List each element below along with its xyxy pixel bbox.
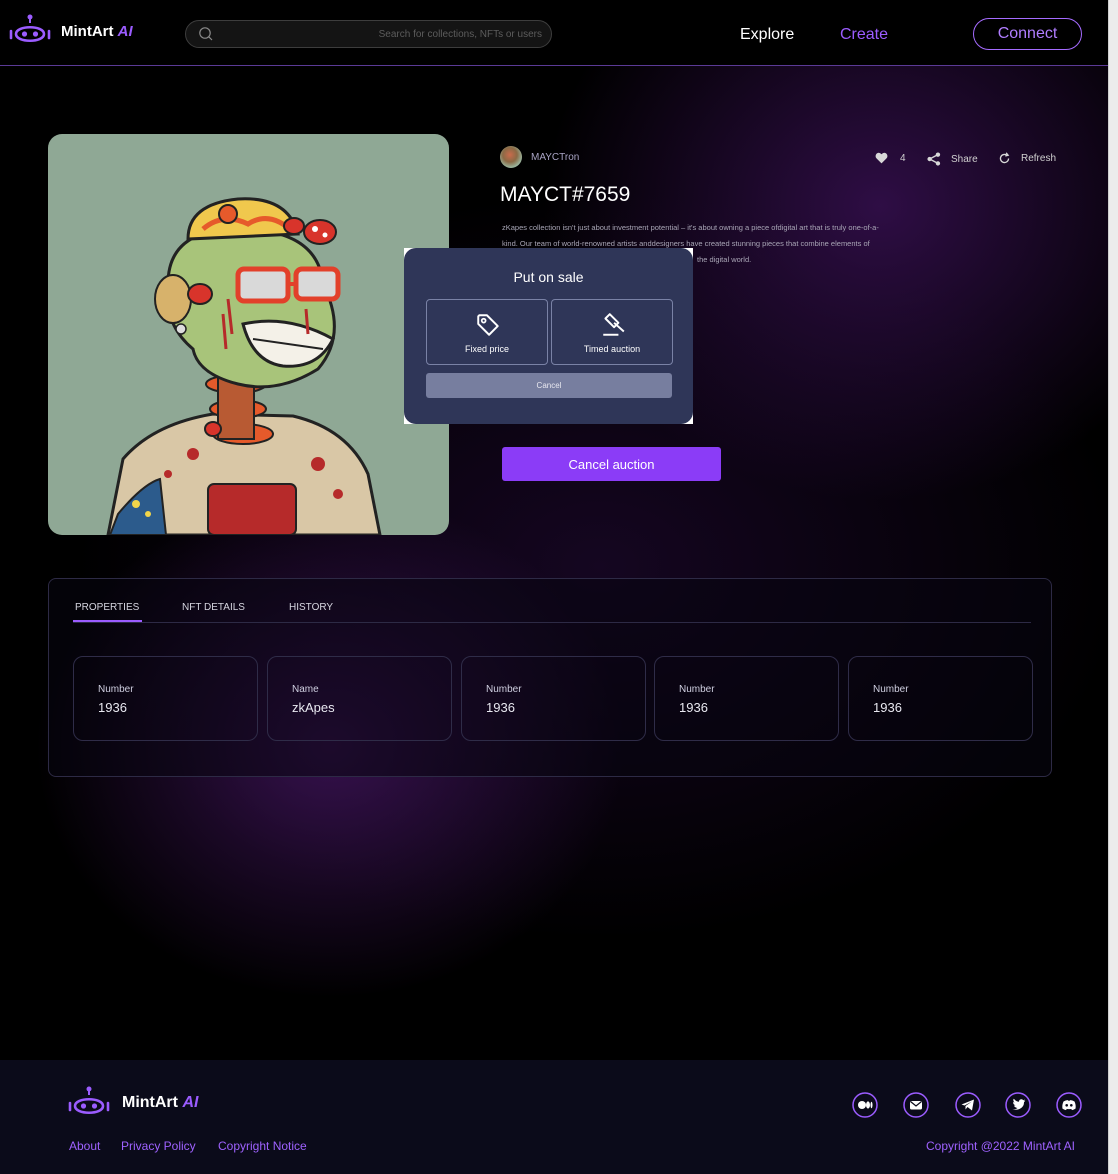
discord-icon[interactable] xyxy=(1056,1092,1082,1118)
nft-artwork xyxy=(48,134,449,535)
scrollbar-track[interactable] xyxy=(1108,0,1118,1174)
property-value: 1936 xyxy=(873,700,902,715)
search-input[interactable] xyxy=(222,24,542,44)
fixed-price-option[interactable]: Fixed price xyxy=(426,299,548,365)
property-key: Number xyxy=(486,684,522,695)
property-value: 1936 xyxy=(486,700,515,715)
property-value: zkApes xyxy=(292,700,335,715)
creator-info[interactable]: MAYCTron xyxy=(500,146,579,168)
put-on-sale-modal: Put on sale Fixed price Timed auction Ca… xyxy=(404,248,693,424)
footer-link-copyright[interactable]: Copyright Notice xyxy=(218,1139,307,1153)
nft-title: MAYCT#7659 xyxy=(500,183,631,206)
heart-icon xyxy=(875,152,888,164)
modal-cancel-button[interactable]: Cancel xyxy=(426,373,672,398)
cancel-auction-button[interactable]: Cancel auction xyxy=(502,447,721,481)
logo-text: MintArt AI xyxy=(61,22,133,40)
active-tab-indicator xyxy=(73,620,142,622)
creator-name: MAYCTron xyxy=(531,151,580,163)
property-value: 1936 xyxy=(98,700,127,715)
refresh-icon xyxy=(999,152,1010,164)
gavel-icon xyxy=(603,313,625,336)
creator-avatar xyxy=(500,146,522,168)
tab-history[interactable]: HISTORY xyxy=(289,602,333,613)
like-count: 4 xyxy=(900,152,906,164)
refresh-label: Refresh xyxy=(1021,153,1057,164)
footer: MintArt AI About Privacy Policy Copyrigh… xyxy=(0,1060,1108,1174)
option-label: Fixed price xyxy=(464,344,509,354)
refresh-action[interactable]: Refresh xyxy=(998,152,1056,165)
property-key: Number xyxy=(98,684,134,695)
property-card: Number 1936 xyxy=(848,656,1033,741)
footer-link-privacy[interactable]: Privacy Policy xyxy=(121,1139,196,1153)
timed-auction-option[interactable]: Timed auction xyxy=(551,299,673,365)
robot-logo-icon xyxy=(68,1086,110,1115)
share-label: Share xyxy=(951,153,978,165)
logo[interactable]: MintArt AI xyxy=(9,14,133,48)
connect-wallet-button[interactable]: Connect xyxy=(973,18,1082,50)
medium-icon[interactable] xyxy=(852,1092,878,1118)
share-icon xyxy=(927,152,941,166)
property-card: Number 1936 xyxy=(461,656,646,741)
property-key: Name xyxy=(292,684,319,695)
telegram-icon[interactable] xyxy=(955,1092,981,1118)
search-icon xyxy=(199,27,213,41)
footer-logo[interactable]: MintArt AI xyxy=(68,1086,198,1120)
nft-tabs-panel: PROPERTIES NFT DETAILS HISTORY Number 19… xyxy=(48,578,1052,777)
like-action[interactable]: 4 xyxy=(875,152,906,164)
footer-logo-text: MintArt AI xyxy=(122,1094,199,1111)
email-icon[interactable] xyxy=(903,1092,929,1118)
robot-logo-icon xyxy=(9,14,51,43)
ape-illustration xyxy=(106,197,382,535)
nav-explore[interactable]: Explore xyxy=(740,26,794,44)
property-card: Number 1936 xyxy=(654,656,839,741)
copyright-text: Copyright @2022 MintArt AI xyxy=(926,1139,1075,1153)
twitter-icon[interactable] xyxy=(1005,1092,1031,1118)
tab-nft-details[interactable]: NFT DETAILS xyxy=(182,602,245,613)
tab-properties[interactable]: PROPERTIES xyxy=(75,602,139,613)
nav-create[interactable]: Create xyxy=(840,26,888,44)
option-label: Timed auction xyxy=(583,344,641,354)
description-line: zKapes collection isn't just about inves… xyxy=(502,223,879,232)
property-card: Number 1936 xyxy=(73,656,258,741)
property-value: 1936 xyxy=(679,700,708,715)
footer-link-about[interactable]: About xyxy=(69,1139,100,1153)
tag-icon xyxy=(477,314,499,336)
modal-title: Put on sale xyxy=(513,269,584,285)
top-navbar: MintArt AI Explore Create Connect xyxy=(0,0,1108,66)
property-card: Name zkApes xyxy=(267,656,452,741)
share-action[interactable]: Share xyxy=(927,152,978,166)
property-key: Number xyxy=(873,684,909,695)
property-key: Number xyxy=(679,684,715,695)
tab-divider xyxy=(73,622,1031,623)
search-bar[interactable] xyxy=(185,20,552,48)
